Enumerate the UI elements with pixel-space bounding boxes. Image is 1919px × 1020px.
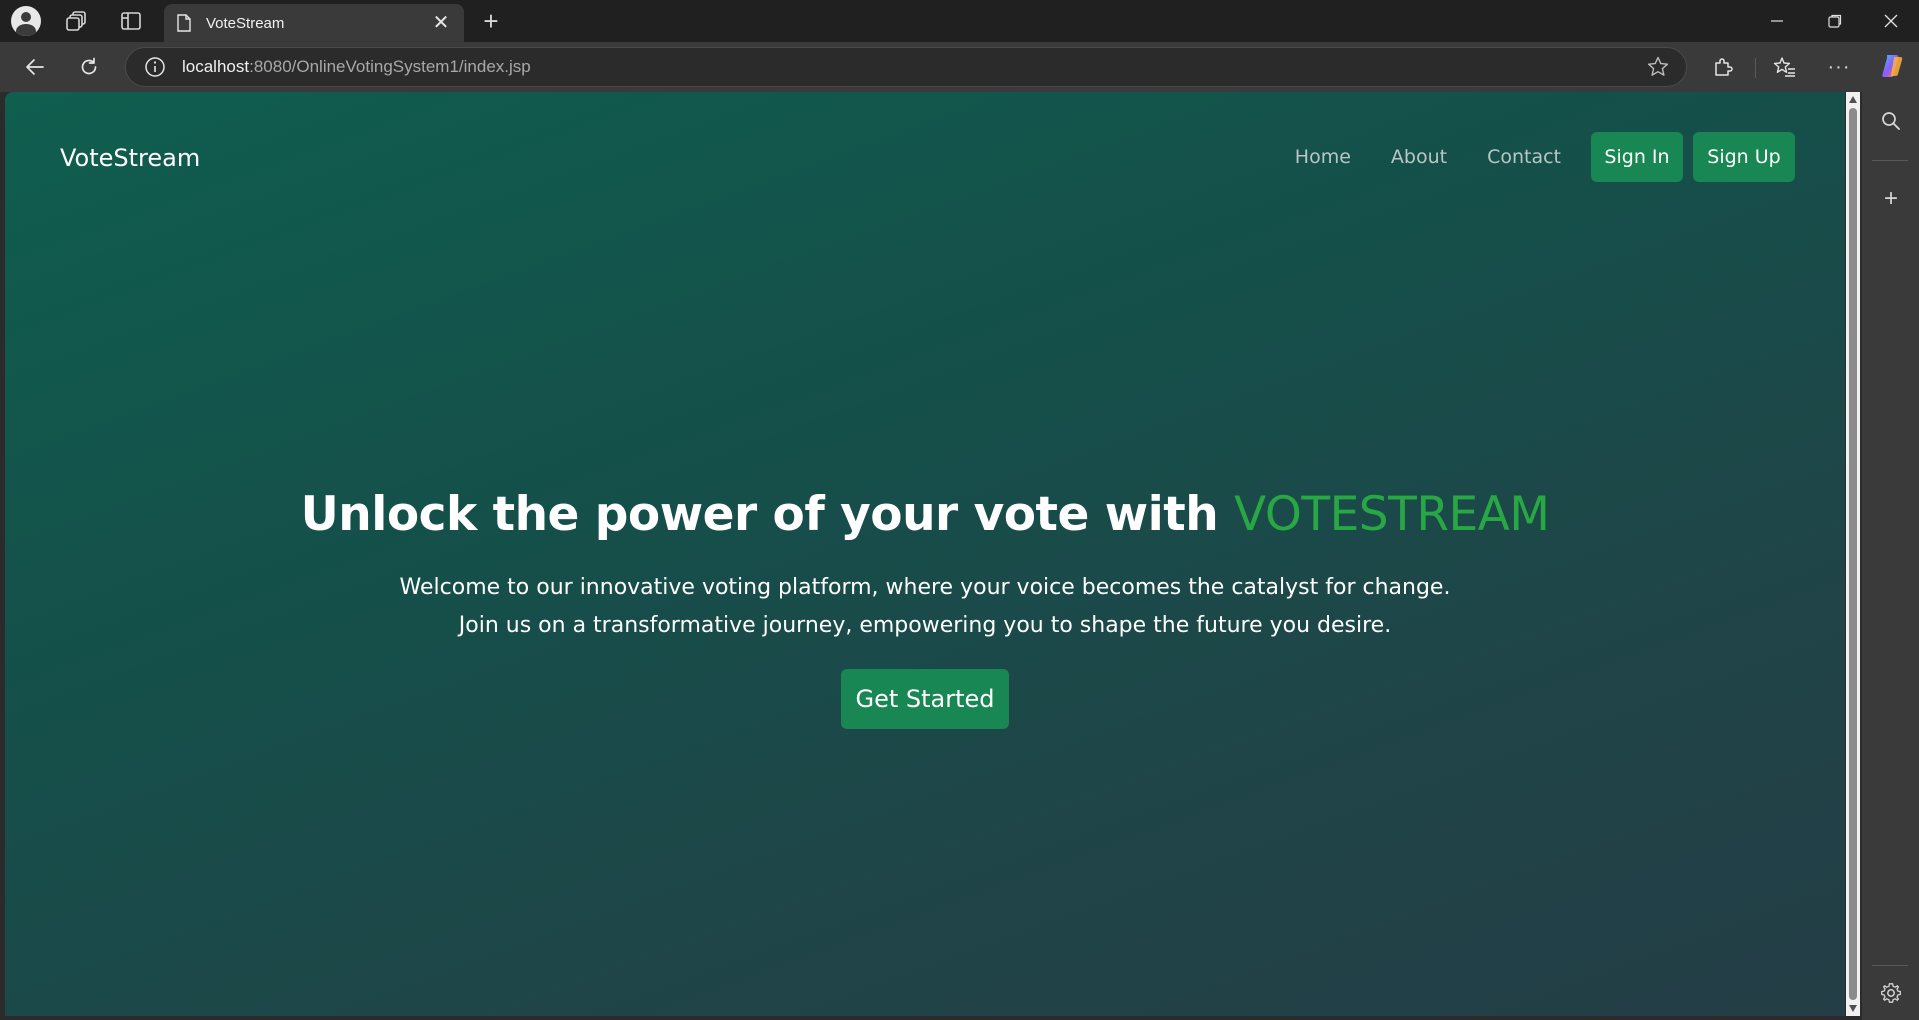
hero-lead-line1: Welcome to our innovative voting platfor… xyxy=(399,575,1451,600)
site-brand[interactable]: VoteStream xyxy=(60,144,200,172)
back-icon[interactable] xyxy=(18,50,52,84)
new-tab-icon[interactable]: + xyxy=(476,6,506,36)
close-window-icon[interactable] xyxy=(1866,4,1916,38)
sign-up-button[interactable]: Sign Up xyxy=(1693,132,1795,182)
page-icon xyxy=(177,14,191,32)
vertical-tabs-icon xyxy=(121,12,141,30)
get-started-button[interactable]: Get Started xyxy=(841,669,1009,729)
add-icon[interactable]: + xyxy=(1878,185,1904,212)
hero-lead-line2: Join us on a transformative journey, emp… xyxy=(458,613,1392,638)
hero-section: Unlock the power of your vote with VOTES… xyxy=(5,487,1845,729)
minimize-icon[interactable] xyxy=(1752,4,1802,38)
page-scrollbar[interactable] xyxy=(1846,92,1860,1016)
nav-link-contact[interactable]: Contact xyxy=(1487,146,1561,168)
sidebar-divider-bottom xyxy=(1872,965,1908,966)
url-host: localhost xyxy=(182,57,250,76)
info-icon[interactable] xyxy=(144,56,166,78)
browser-sidebar xyxy=(1862,92,1919,1020)
hero-headline: Unlock the power of your vote with VOTES… xyxy=(5,487,1845,543)
reload-icon[interactable] xyxy=(72,50,106,84)
workspaces-icon xyxy=(66,11,86,31)
extensions-icon[interactable] xyxy=(1708,52,1738,82)
address-toolbar: localhost:8080/OnlineVotingSystem1/index… xyxy=(0,42,1919,92)
hero-headline-text: Unlock the power of your vote with xyxy=(300,487,1235,542)
url-path: :8080/OnlineVotingSystem1/index.jsp xyxy=(249,57,531,76)
search-icon[interactable] xyxy=(1878,108,1904,134)
nav-link-home[interactable]: Home xyxy=(1295,146,1351,168)
profile-icon xyxy=(11,6,41,36)
toolbar-divider xyxy=(1755,58,1756,78)
hero-headline-accent: VOTESTREAM xyxy=(1234,487,1550,542)
scroll-up-icon[interactable] xyxy=(1849,96,1857,103)
sign-in-button[interactable]: Sign In xyxy=(1591,132,1683,182)
copilot-icon[interactable] xyxy=(1876,50,1908,82)
vertical-tabs-button[interactable] xyxy=(116,8,146,34)
tab-strip: VoteStream ✕ + xyxy=(0,0,1919,42)
nav-link-about[interactable]: About xyxy=(1391,146,1447,168)
browser-tab-active[interactable]: VoteStream ✕ xyxy=(164,4,464,42)
page-viewport: VoteStream Home About Contact Sign In Si… xyxy=(5,92,1845,1016)
close-icon[interactable]: ✕ xyxy=(430,13,452,33)
site-nav: Home About Contact Sign In Sign Up xyxy=(1295,132,1795,182)
scroll-down-icon[interactable] xyxy=(1849,1005,1857,1012)
sidebar-divider xyxy=(1872,160,1908,161)
scrollbar-thumb[interactable] xyxy=(1849,108,1857,1000)
hero-lead: Welcome to our innovative voting platfor… xyxy=(5,569,1845,645)
tab-title: VoteStream xyxy=(206,14,285,32)
favorites-icon[interactable] xyxy=(1770,52,1800,82)
workspaces-button[interactable] xyxy=(62,8,92,34)
profile-button[interactable] xyxy=(10,6,42,36)
address-bar[interactable]: localhost:8080/OnlineVotingSystem1/index… xyxy=(125,47,1687,87)
settings-icon[interactable] xyxy=(1878,980,1904,1006)
favorite-star-icon[interactable] xyxy=(1646,55,1670,79)
url-text[interactable]: localhost:8080/OnlineVotingSystem1/index… xyxy=(182,57,1646,77)
maximize-icon[interactable] xyxy=(1810,4,1860,38)
more-icon[interactable]: ··· xyxy=(1822,52,1856,82)
